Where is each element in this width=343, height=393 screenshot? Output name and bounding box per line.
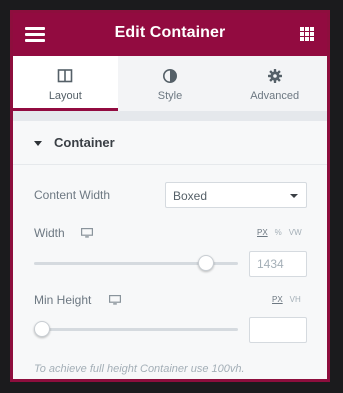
- min-height-slider-handle[interactable]: [34, 321, 50, 337]
- width-number-input[interactable]: 1434: [249, 251, 307, 277]
- width-slider-handle[interactable]: [197, 255, 214, 271]
- min-height-number-input[interactable]: [249, 317, 307, 343]
- min-height-hint: To achieve full height Container use 100…: [34, 363, 245, 375]
- min-height-slider-track[interactable]: [34, 328, 238, 331]
- min-height-unit-switcher: PX VH: [272, 295, 301, 304]
- unit-px[interactable]: PX: [272, 295, 283, 304]
- content-width-select[interactable]: Boxed: [165, 182, 307, 208]
- unit-px[interactable]: PX: [257, 228, 268, 237]
- tabs-divider: [13, 111, 327, 121]
- layout-columns-icon: [58, 69, 73, 83]
- unit-vw[interactable]: VW: [289, 228, 302, 237]
- gear-icon: [267, 69, 282, 83]
- tab-layout[interactable]: Layout: [13, 56, 118, 111]
- section-body: Content Width Boxed Width PX % VW 1434 M…: [13, 165, 327, 379]
- editor-panel: Edit Container Layout Style Advanced Con…: [10, 10, 330, 382]
- grid-apps-icon[interactable]: [300, 27, 314, 41]
- tab-style[interactable]: Style: [117, 56, 223, 111]
- tab-layout-label: Layout: [48, 90, 82, 102]
- section-title: Container: [54, 135, 115, 150]
- tab-advanced[interactable]: Advanced: [222, 56, 327, 111]
- panel-title: Edit Container: [114, 24, 226, 41]
- min-height-label: Min Height: [34, 293, 92, 307]
- tab-style-label: Style: [157, 90, 183, 102]
- width-unit-switcher: PX % VW: [257, 228, 302, 237]
- caret-down-icon: [34, 141, 42, 146]
- panel-tabs: Layout Style Advanced: [13, 56, 327, 111]
- unit-percent[interactable]: %: [275, 228, 282, 237]
- content-width-value: Boxed: [173, 189, 208, 203]
- tab-advanced-label: Advanced: [250, 90, 300, 102]
- unit-vh[interactable]: VH: [290, 295, 301, 304]
- desktop-monitor-icon[interactable]: [109, 295, 121, 305]
- chevron-down-icon: [290, 194, 298, 198]
- panel-header: Edit Container: [13, 13, 327, 56]
- half-circle-style-icon: [163, 69, 177, 83]
- width-label: Width: [34, 226, 65, 240]
- section-toggle-container[interactable]: Container: [13, 121, 327, 165]
- content-width-label: Content Width: [34, 188, 111, 202]
- desktop-monitor-icon[interactable]: [81, 228, 93, 238]
